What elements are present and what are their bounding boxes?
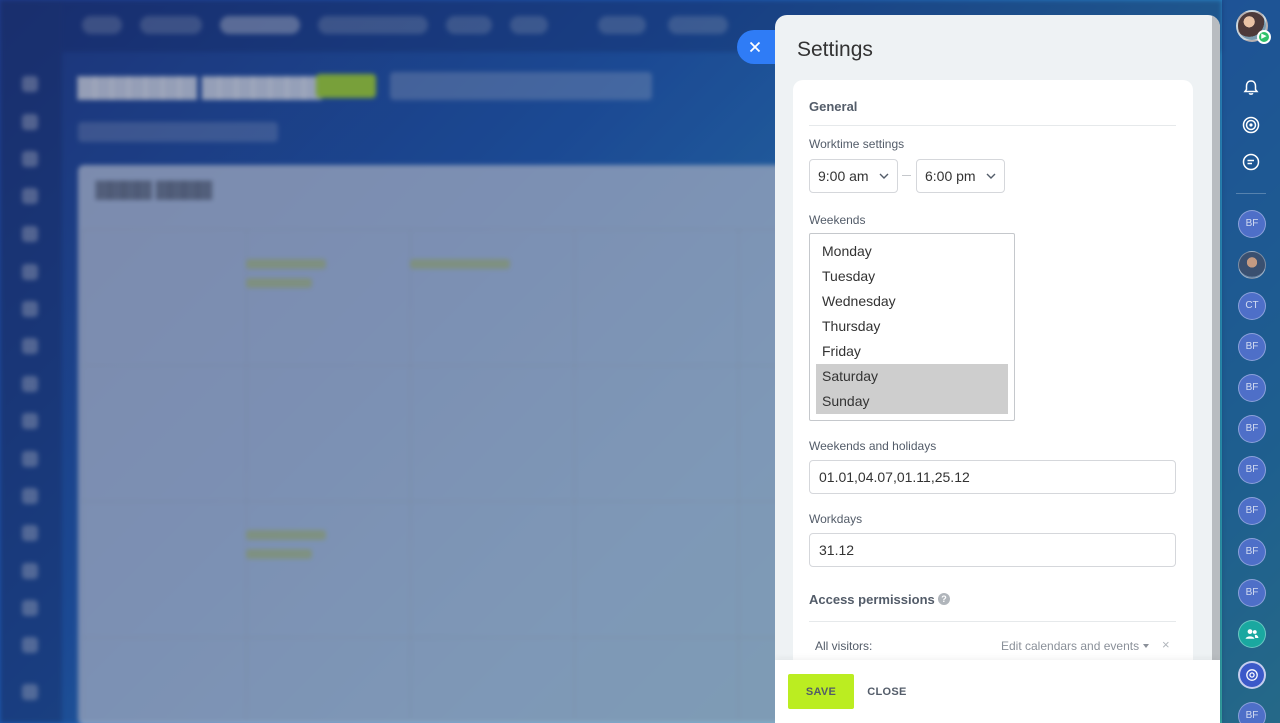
weekends-label: Weekends bbox=[809, 213, 866, 227]
workdays-label: Workdays bbox=[809, 512, 863, 526]
close-icon bbox=[749, 41, 761, 53]
panel-title: Settings bbox=[797, 38, 873, 61]
rail-contact-chip[interactable]: BF bbox=[1238, 579, 1266, 607]
time-range-dash bbox=[902, 175, 911, 176]
permission-subject-label: All visitors: bbox=[815, 639, 873, 653]
rail-contact-chip[interactable]: BF bbox=[1238, 374, 1266, 402]
bell-icon[interactable] bbox=[1238, 75, 1264, 101]
weekend-option-wednesday[interactable]: Wednesday bbox=[816, 289, 1008, 314]
worktime-start-select[interactable]: 9:00 am bbox=[809, 159, 898, 193]
holidays-input[interactable]: 01.01,04.07,01.11,25.12 bbox=[809, 460, 1176, 494]
help-icon[interactable]: ? bbox=[938, 593, 950, 605]
panel-footer: SAVE CLOSE bbox=[775, 660, 1220, 723]
close-button[interactable]: CLOSE bbox=[861, 674, 913, 709]
weekend-option-friday[interactable]: Friday bbox=[816, 339, 1008, 364]
rail-contact-chip[interactable]: BF bbox=[1238, 702, 1266, 723]
chevron-down-icon bbox=[879, 173, 889, 179]
chevron-down-icon bbox=[986, 173, 996, 179]
right-rail: ▶ BF CT BF BF BF BF BF BF BF BF bbox=[1222, 0, 1280, 723]
rail-contact-chip[interactable]: BF bbox=[1238, 333, 1266, 361]
weekends-multiselect[interactable]: Monday Tuesday Wednesday Thursday Friday… bbox=[809, 233, 1015, 421]
rail-contact-chip[interactable]: BF bbox=[1238, 456, 1266, 484]
permission-level-select[interactable]: Edit calendars and events bbox=[1001, 639, 1139, 653]
weekend-option-sunday[interactable]: Sunday bbox=[816, 389, 1008, 414]
remove-permission-icon[interactable]: × bbox=[1162, 637, 1170, 652]
open-channel-icon[interactable] bbox=[1238, 661, 1266, 689]
status-play-icon: ▶ bbox=[1257, 30, 1271, 44]
settings-card: General Worktime settings 9:00 am 6:00 p… bbox=[793, 80, 1193, 670]
rail-contact-chip[interactable]: BF bbox=[1238, 210, 1266, 238]
divider bbox=[809, 621, 1176, 622]
divider bbox=[809, 125, 1176, 126]
group-icon[interactable] bbox=[1238, 620, 1266, 648]
rail-contact-chip[interactable]: BF bbox=[1238, 497, 1266, 525]
rail-contact-chip[interactable]: BF bbox=[1238, 538, 1266, 566]
rail-contact-photo[interactable] bbox=[1238, 251, 1266, 279]
rail-contact-chip[interactable]: BF bbox=[1238, 415, 1266, 443]
section-access-title: Access permissions bbox=[809, 592, 935, 607]
weekend-option-thursday[interactable]: Thursday bbox=[816, 314, 1008, 339]
worktime-label: Worktime settings bbox=[809, 137, 905, 151]
worktime-start-value: 9:00 am bbox=[818, 168, 869, 184]
section-general-title: General bbox=[809, 99, 858, 114]
rail-separator bbox=[1236, 193, 1266, 194]
worktime-end-select[interactable]: 6:00 pm bbox=[916, 159, 1005, 193]
rail-contact-chip[interactable]: CT bbox=[1238, 292, 1266, 320]
caret-down-icon bbox=[1143, 644, 1149, 648]
save-button[interactable]: SAVE bbox=[788, 674, 854, 709]
panel-scrollbar[interactable] bbox=[1212, 15, 1220, 660]
spiral-icon[interactable] bbox=[1238, 112, 1264, 138]
weekend-option-saturday[interactable]: Saturday bbox=[816, 364, 1008, 389]
worktime-end-value: 6:00 pm bbox=[925, 168, 976, 184]
settings-panel: Settings General Worktime settings 9:00 … bbox=[775, 15, 1220, 723]
chat-icon[interactable] bbox=[1238, 149, 1264, 175]
weekend-option-tuesday[interactable]: Tuesday bbox=[816, 264, 1008, 289]
holidays-label: Weekends and holidays bbox=[809, 439, 937, 453]
weekend-option-monday[interactable]: Monday bbox=[816, 239, 1008, 264]
workdays-input[interactable]: 31.12 bbox=[809, 533, 1176, 567]
